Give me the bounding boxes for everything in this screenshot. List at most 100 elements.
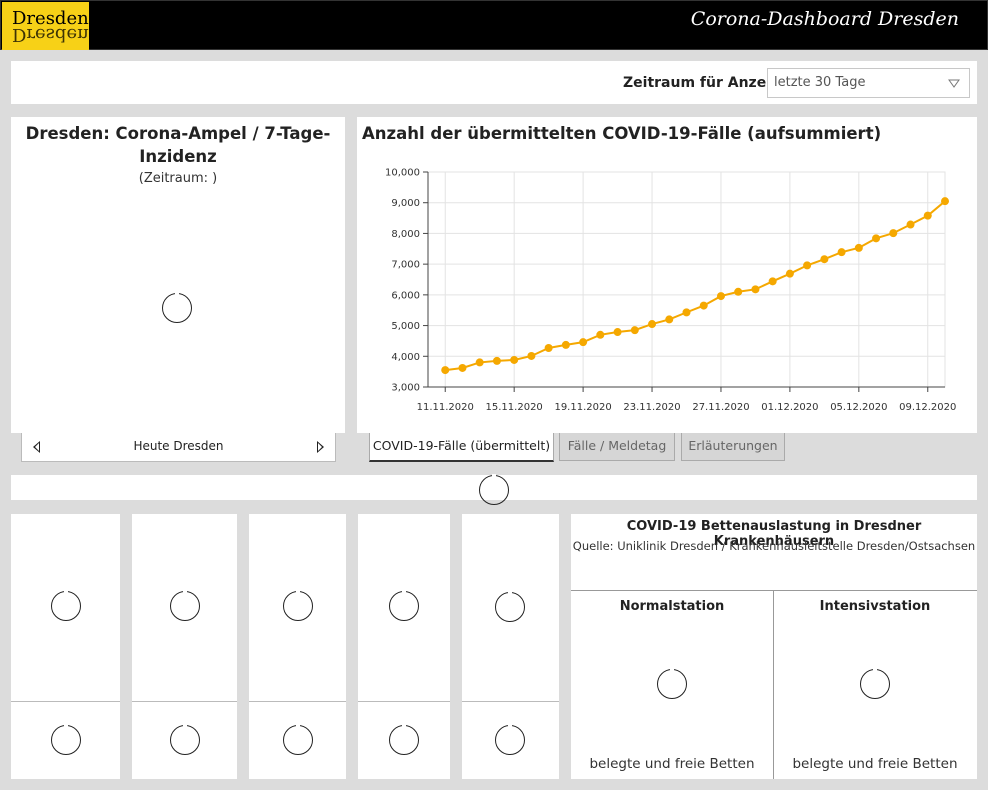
data-point — [510, 355, 519, 364]
y-tick-label: 8,000 — [391, 229, 420, 240]
loading-spinner-icon — [170, 590, 200, 621]
y-tick-label: 3,000 — [391, 383, 420, 394]
data-point — [837, 248, 846, 257]
ampel-nav: Heute Dresden — [21, 433, 336, 462]
y-tick-label: 4,000 — [391, 352, 420, 363]
data-point — [596, 330, 605, 339]
x-tick-label: 23.11.2020 — [623, 402, 680, 413]
next-arrow-icon[interactable] — [317, 441, 324, 453]
cases-line-chart: 3,000 4,000 5,000 6,000 7,000 8,000 9,000 10,00… — [385, 168, 956, 414]
y-tick-label: 7,000 — [391, 260, 420, 271]
data-point — [872, 234, 881, 243]
loading-spinner-icon — [162, 292, 192, 323]
data-point — [648, 320, 657, 329]
plot-area — [427, 171, 946, 388]
card-divider — [11, 701, 120, 702]
normal-ward-title: Normalstation — [619, 599, 725, 614]
data-point — [734, 287, 743, 296]
data-point — [682, 308, 691, 317]
ampel-title: Dresden: Corona-Ampel / 7-Tage-Inzidenz — [25, 124, 331, 166]
ampel-panel: Dresden: Corona-Ampel / 7-Tage-Inzidenz … — [11, 117, 345, 433]
y-tick-label: 9,000 — [391, 198, 420, 209]
loading-spinner-icon — [389, 724, 419, 755]
data-point — [820, 255, 829, 264]
card-divider — [132, 701, 237, 702]
app-title: Corona-Dashboard Dresden — [690, 8, 959, 30]
data-point — [803, 261, 812, 270]
data-point — [441, 366, 450, 375]
tab-explanations[interactable]: Erläuterungen — [681, 433, 785, 461]
x-tick-label: 01.12.2020 — [761, 402, 818, 413]
kpi-card — [132, 514, 237, 779]
data-point — [716, 292, 725, 301]
x-tick-label: 19.11.2020 — [554, 402, 611, 413]
kpi-card — [358, 514, 450, 779]
card-divider — [462, 701, 559, 702]
data-point — [458, 363, 467, 372]
y-tick-label: 6,000 — [391, 290, 420, 301]
data-point — [923, 211, 932, 220]
data-point — [527, 351, 536, 360]
card-divider — [358, 701, 450, 702]
data-point — [941, 197, 949, 206]
data-point — [699, 301, 708, 310]
ampel-nav-label: Heute Dresden — [133, 439, 224, 453]
beds-column-divider — [773, 590, 774, 779]
series-line — [445, 200, 946, 372]
loading-spinner-icon — [860, 668, 890, 699]
tab-covid-cases[interactable]: COVID-19-Fälle (übermittelt) — [369, 433, 554, 462]
loading-spinner-icon — [657, 668, 687, 699]
filter-bar: Zeitraum für Anzeige: letzte 30 Tage — [11, 61, 977, 104]
loading-spinner-icon — [479, 474, 509, 505]
data-point — [475, 358, 484, 367]
loading-spinner-icon — [389, 590, 419, 621]
data-point — [665, 315, 674, 324]
loading-spinner-icon — [51, 724, 81, 755]
kpi-card — [11, 514, 120, 779]
data-point — [768, 277, 777, 286]
dresden-logo[interactable]: Dresden. Dresden. — [2, 2, 89, 50]
normal-ward-caption: belegte und freie Betten — [589, 756, 755, 772]
beds-divider — [571, 590, 977, 591]
loading-spinner-icon — [170, 724, 200, 755]
data-point — [906, 220, 915, 229]
loading-spinner-icon — [283, 724, 313, 755]
x-tick-label: 15.11.2020 — [486, 402, 543, 413]
ampel-period: (Zeitraum: ) — [138, 171, 218, 186]
beds-source: Quelle: Uniklinik Dresden / Krankenhausl… — [572, 539, 976, 553]
loading-spinner-icon — [283, 590, 313, 621]
timeframe-selected-value: letzte 30 Tage — [774, 75, 866, 90]
data-point — [613, 328, 622, 337]
x-tick-label: 05.12.2020 — [830, 402, 887, 413]
loading-spinner-icon — [495, 591, 525, 622]
timeframe-select[interactable]: letzte 30 Tage — [767, 68, 970, 98]
cases-chart-panel: Anzahl der übermittelten COVID-19-Fälle … — [357, 117, 977, 433]
intensive-care-caption: belegte und freie Betten — [792, 756, 958, 772]
logo-reflection: Dresden. — [12, 24, 89, 45]
card-divider — [249, 701, 346, 702]
data-point — [630, 326, 639, 335]
data-point — [544, 343, 553, 352]
tab-cases-per-day[interactable]: Fälle / Meldetag — [559, 433, 675, 461]
data-point — [561, 340, 570, 349]
loading-spinner-icon — [495, 724, 525, 755]
app-header: Dresden. Dresden. Corona-Dashboard Dresd… — [0, 0, 988, 50]
x-tick-label: 11.11.2020 — [417, 402, 474, 413]
chart-tabs: COVID-19-Fälle (übermittelt) Fälle / Mel… — [369, 433, 789, 463]
x-tick-label: 27.11.2020 — [692, 402, 749, 413]
data-point — [492, 356, 501, 365]
data-point — [785, 269, 794, 278]
data-point — [889, 229, 898, 238]
data-point — [751, 285, 760, 294]
bed-occupancy-panel: COVID-19 Bettenauslastung in Dresdner Kr… — [571, 514, 977, 779]
chevron-down-icon — [948, 79, 960, 88]
data-point — [854, 243, 863, 252]
loading-spinner-icon — [51, 590, 81, 621]
data-point — [579, 338, 588, 347]
x-tick-label: 09.12.2020 — [899, 402, 956, 413]
loading-strip — [11, 474, 977, 505]
kpi-card — [249, 514, 346, 779]
intensive-care-title: Intensivstation — [819, 599, 931, 614]
y-tick-label: 5,000 — [391, 321, 420, 332]
y-tick-label: 10,000 — [385, 168, 420, 179]
